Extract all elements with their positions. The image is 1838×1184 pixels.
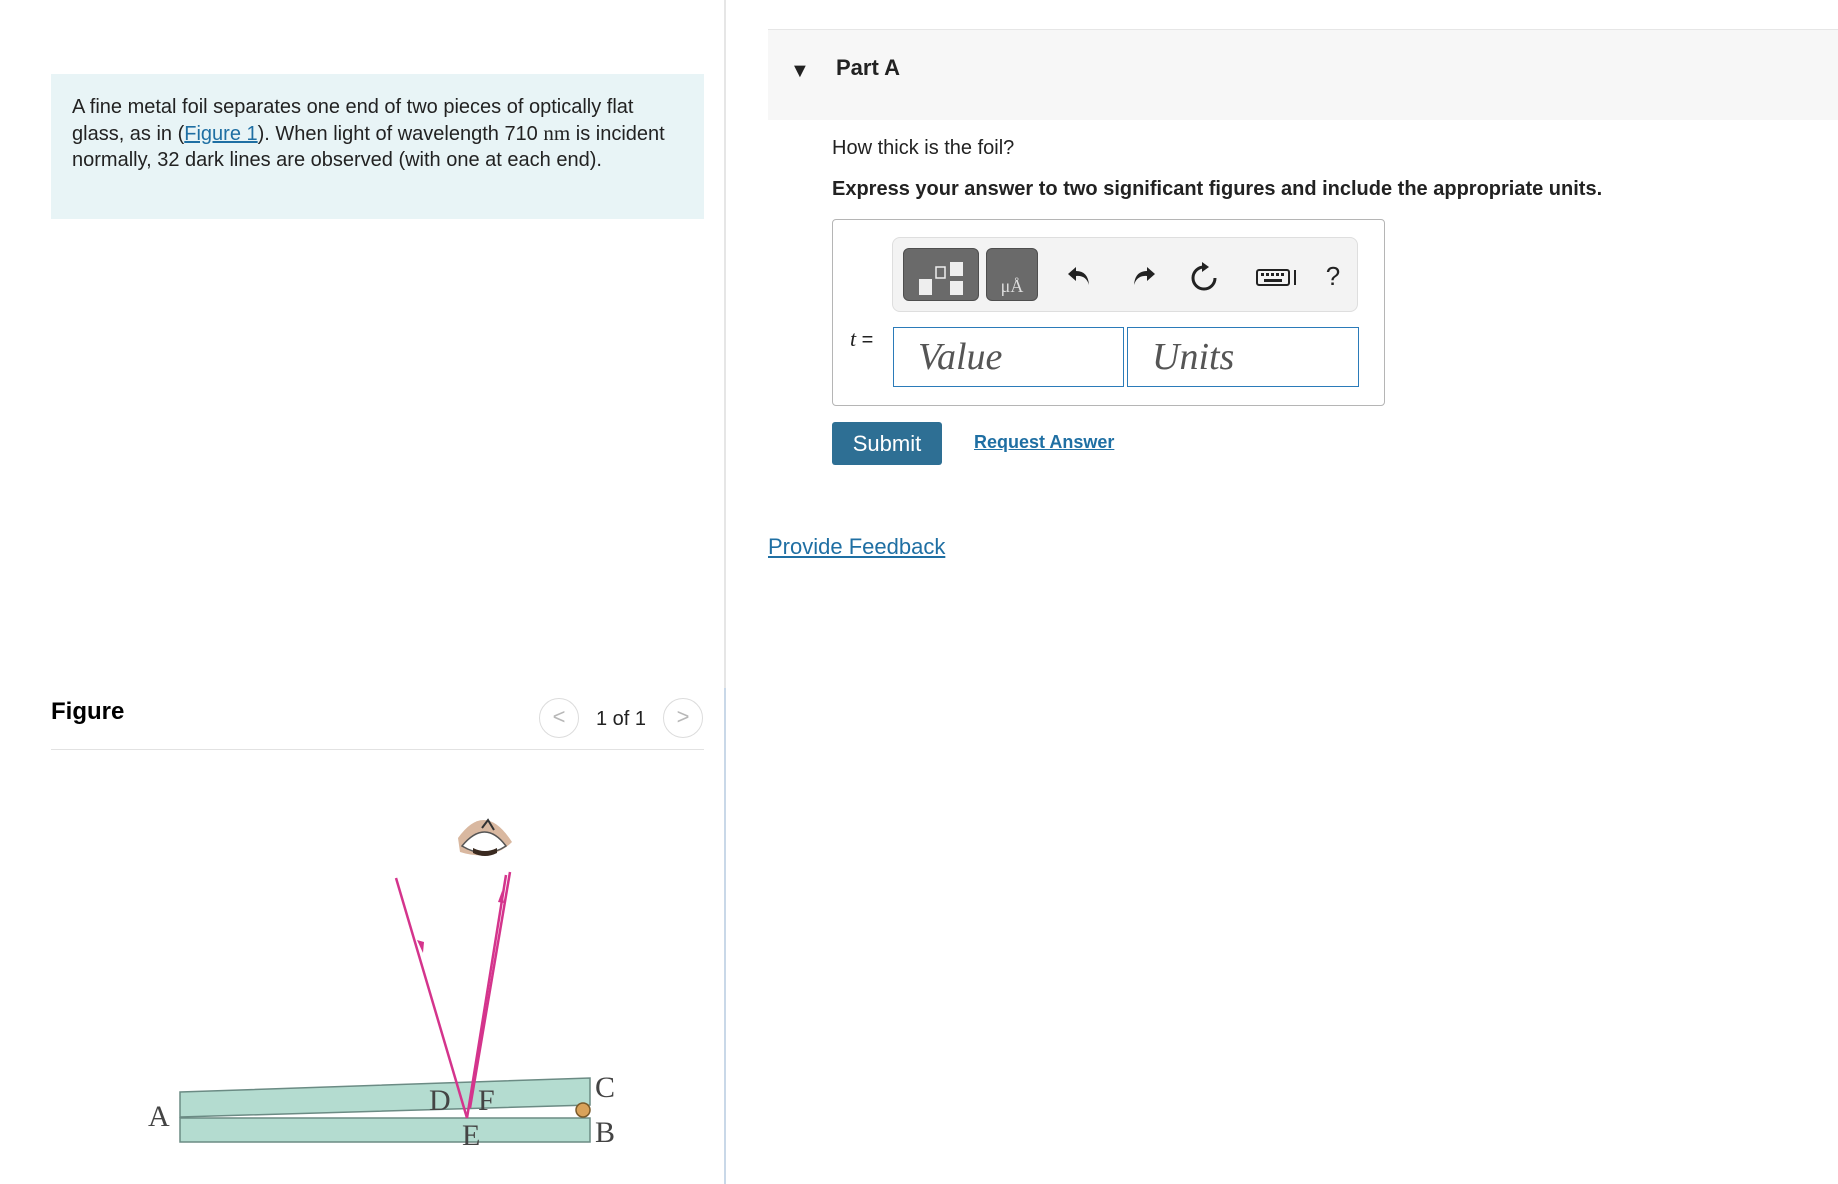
problem-text-mid: ). When light of wavelength 710	[257, 123, 544, 145]
bottom-glass-plate	[179, 1117, 591, 1143]
figure-header: Figure < 1 of 1 >	[51, 690, 704, 750]
redo-button[interactable]	[1124, 256, 1164, 296]
value-input[interactable]	[893, 327, 1124, 387]
undo-icon	[1068, 267, 1089, 285]
math-toolbar: μÅ ?	[892, 237, 1358, 312]
label-a: A	[148, 1100, 170, 1133]
figure-1-link[interactable]: Figure 1	[184, 123, 257, 145]
label-b: B	[595, 1116, 615, 1149]
figure-title: Figure	[51, 698, 125, 725]
undo-button[interactable]	[1059, 256, 1099, 296]
label-d: D	[429, 1084, 451, 1117]
top-glass-plate	[179, 1077, 591, 1118]
part-title: Part A	[836, 55, 900, 80]
chevron-right-icon: >	[676, 704, 690, 729]
figure-divider	[724, 688, 726, 1184]
chevron-left-icon: <	[552, 704, 566, 729]
reset-button[interactable]	[1184, 256, 1224, 296]
metal-foil	[575, 1102, 591, 1118]
help-icon: ?	[1325, 261, 1341, 291]
reset-icon	[1191, 262, 1217, 291]
templates-button[interactable]	[903, 248, 979, 301]
units-icon: μÅ	[1000, 276, 1024, 296]
answer-box: μÅ ? t = Value Units	[832, 219, 1385, 406]
redo-icon	[1134, 267, 1155, 285]
wavelength-unit: nm	[543, 121, 571, 145]
instruction-text: Express your answer to two significant f…	[832, 178, 1603, 200]
keyboard-icon	[1256, 269, 1296, 286]
request-answer-link[interactable]: Request Answer	[974, 432, 1114, 453]
figure-counter: 1 of 1	[596, 708, 647, 730]
variable-label: t =	[850, 326, 873, 352]
provide-feedback-link[interactable]: Provide Feedback	[768, 534, 945, 560]
help-button[interactable]: ?	[1313, 256, 1353, 296]
part-a-header[interactable]: ▼ Part A	[768, 29, 1838, 120]
figure-prev-button[interactable]: <	[539, 698, 579, 738]
keyboard-button[interactable]	[1253, 256, 1301, 296]
question-text: How thick is the foil?	[832, 137, 1015, 159]
caret-down-icon[interactable]: ▼	[790, 60, 810, 83]
label-f: F	[478, 1084, 495, 1117]
submit-button[interactable]: Submit	[832, 422, 942, 465]
figure-diagram: A B C D E F	[148, 818, 615, 1152]
units-button[interactable]: μÅ	[986, 248, 1038, 301]
templates-icon	[919, 262, 963, 295]
label-c: C	[595, 1071, 615, 1104]
eye-icon	[458, 818, 512, 856]
label-e: E	[462, 1119, 480, 1152]
units-input[interactable]	[1127, 327, 1359, 387]
problem-statement: A fine metal foil separates one end of t…	[51, 74, 704, 219]
equals-sign: =	[856, 329, 874, 351]
figure-next-button[interactable]: >	[663, 698, 703, 738]
